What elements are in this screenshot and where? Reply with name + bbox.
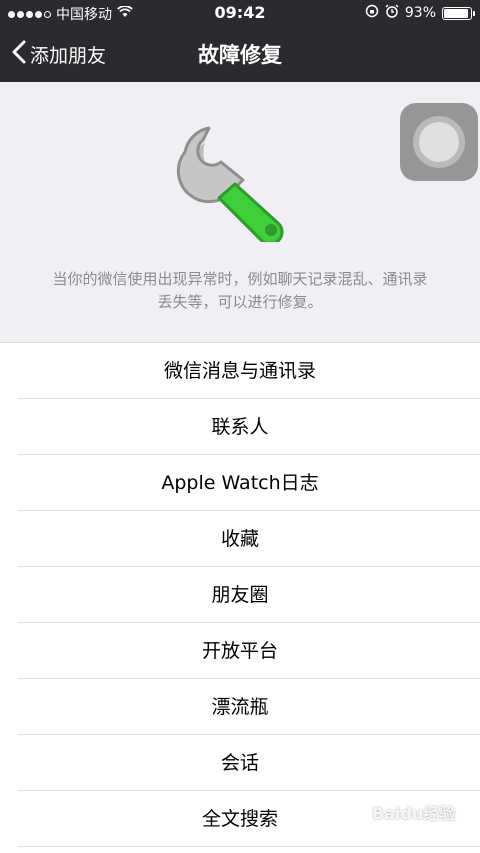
list-item-conversations[interactable]: 会话 (0, 735, 480, 791)
list-item-drift-bottle[interactable]: 漂流瓶 (0, 679, 480, 735)
alarm-icon (385, 4, 399, 22)
nav-bar: 添加朋友 故障修复 (0, 26, 480, 82)
repair-description: 当你的微信使用出现异常时，例如聊天记录混乱、通讯录丢失等，可以进行修复。 (52, 270, 428, 311)
assistive-center (419, 122, 459, 162)
list-item-moments[interactable]: 朋友圈 (0, 567, 480, 623)
battery-fill (444, 8, 469, 18)
status-right: 93% (365, 4, 475, 22)
assistive-touch-button[interactable] (400, 103, 478, 181)
page-title: 故障修复 (198, 43, 282, 67)
list-item-contacts[interactable]: 联系人 (0, 399, 480, 455)
list-item-favorites[interactable]: 收藏 (0, 511, 480, 567)
wrench-icon (175, 122, 295, 246)
list-item-open-platform[interactable]: 开放平台 (0, 623, 480, 679)
repair-options-list: 微信消息与通讯录 联系人 Apple Watch日志 收藏 朋友圈 开放平台 漂… (0, 342, 480, 853)
list-item-apple-watch-log[interactable]: Apple Watch日志 (0, 455, 480, 511)
rotation-lock-icon (365, 4, 379, 22)
list-item-messages-contacts[interactable]: 微信消息与通讯录 (0, 343, 480, 399)
status-bar: 中国移动 09:42 93% (0, 0, 480, 26)
baidu-watermark: Baidu经验 (372, 804, 456, 823)
battery-icon (442, 6, 475, 20)
battery-percent: 93% (404, 5, 436, 21)
